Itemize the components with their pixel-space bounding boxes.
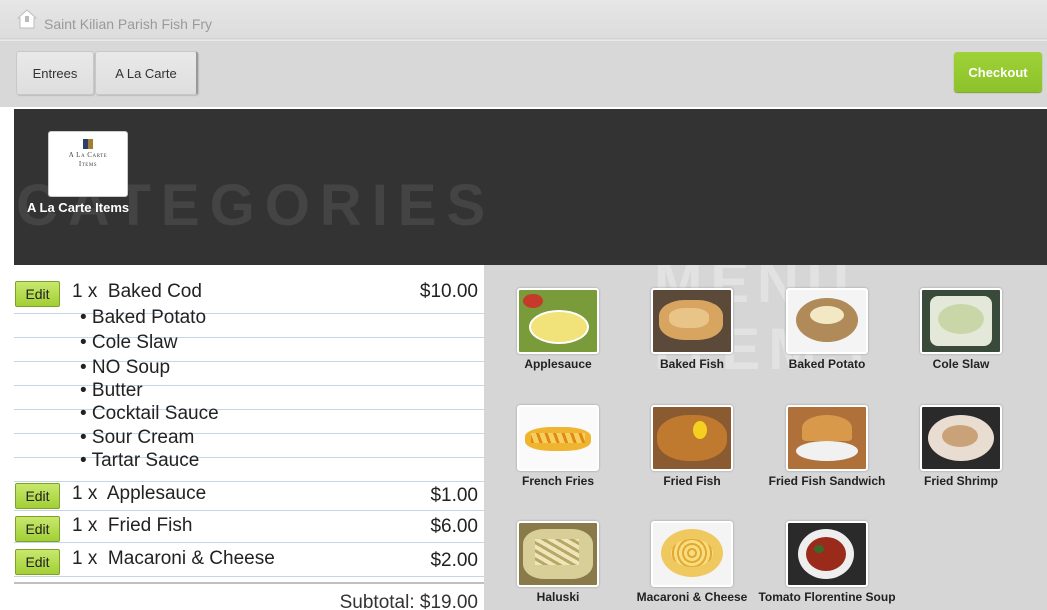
subtotal-divider xyxy=(14,582,484,584)
order-line-price: $2.00 xyxy=(430,550,478,571)
title-bar: Saint Kilian Parish Fish Fry xyxy=(0,0,1047,41)
edit-button[interactable]: Edit xyxy=(15,516,60,542)
tab-a-la-carte[interactable]: A La Carte xyxy=(95,51,198,95)
menu-item-haluski[interactable]: Haluski xyxy=(488,521,628,604)
modifier-text: • Butter xyxy=(80,380,143,401)
menu-item-label: Cole Slaw xyxy=(932,357,990,371)
menu-item-label: French Fries xyxy=(521,474,595,488)
order-line-name: Baked Cod xyxy=(107,281,202,302)
edit-button[interactable]: Edit xyxy=(15,549,60,575)
edit-button[interactable]: Edit xyxy=(15,483,60,509)
modifier-row: • Tartar Sauce xyxy=(14,450,484,482)
menu-item-label: Fried Fish xyxy=(663,474,721,488)
subtotal: Subtotal: $19.00 xyxy=(339,592,478,610)
order-list: Edit 1 x Baked Cod $10.00 • Baked Potato… xyxy=(14,265,484,610)
order-line-price: $1.00 xyxy=(430,485,478,506)
order-line-name: Applesauce xyxy=(106,483,207,504)
modifier-text: • Baked Potato xyxy=(80,307,207,328)
french-fries-image xyxy=(517,405,599,471)
order-line-name: Fried Fish xyxy=(107,515,193,536)
macaroni-cheese-image xyxy=(651,521,733,587)
menu-item-macaroni-cheese[interactable]: Macaroni & Cheese xyxy=(622,521,762,604)
order-line-applesauce: Edit 1 x Applesauce $1.00 xyxy=(14,481,484,511)
order-line-qty-name: 1 x Fried Fish xyxy=(72,515,192,537)
menu-item-tomato-florentine-soup[interactable]: Tomato Florentine Soup xyxy=(757,521,897,604)
order-line-price: $6.00 xyxy=(430,516,478,537)
order-line-price: $10.00 xyxy=(419,281,478,302)
menu-item-baked-potato[interactable]: Baked Potato xyxy=(757,288,897,371)
modifier-text: • Sour Cream xyxy=(80,427,195,448)
category-tile-a-la-carte-items[interactable]: A La Carte Items xyxy=(48,131,128,197)
order-line-macaroni-cheese: Edit 1 x Macaroni & Cheese $2.00 xyxy=(14,542,484,577)
fried-fish-image xyxy=(651,405,733,471)
menu-item-fried-fish[interactable]: Fried Fish xyxy=(622,405,762,488)
order-line-qty: 1 x xyxy=(72,548,98,569)
fried-fish-sandwich-image xyxy=(786,405,868,471)
modifier-text: • NO Soup xyxy=(80,357,171,378)
menu-item-fried-fish-sandwich[interactable]: Fried Fish Sandwich xyxy=(757,405,897,488)
order-line-qty-name: 1 x Macaroni & Cheese xyxy=(72,548,275,570)
menu-item-label: Baked Potato xyxy=(788,357,866,371)
menu-item-label: Tomato Florentine Soup xyxy=(758,590,896,604)
category-label[interactable]: A La Carte Items xyxy=(27,200,129,215)
order-line-fried-fish: Edit 1 x Fried Fish $6.00 xyxy=(14,510,484,543)
order-line-qty-name: 1 x Applesauce xyxy=(72,483,206,505)
categories-panel: CATEGORIES A La Carte Items A La Carte I… xyxy=(14,109,1047,265)
menu-item-label: Fried Shrimp xyxy=(923,474,998,488)
fried-shrimp-image xyxy=(920,405,1002,471)
order-line-name: Macaroni & Cheese xyxy=(107,548,275,569)
home-icon[interactable] xyxy=(16,9,38,29)
tab-entrees[interactable]: Entrees xyxy=(16,51,94,95)
tab-bar: Entrees A La Carte Checkout xyxy=(0,41,1047,107)
order-line-qty-name: 1 x Baked Cod xyxy=(72,281,202,303)
category-tile-text: Items xyxy=(78,160,98,168)
cole-slaw-image xyxy=(920,288,1002,354)
menu-item-label: Macaroni & Cheese xyxy=(636,590,748,604)
baked-potato-image xyxy=(786,288,868,354)
category-tile-text: A La Carte xyxy=(68,151,108,159)
menu-item-label: Fried Fish Sandwich xyxy=(768,474,886,488)
app-title: Saint Kilian Parish Fish Fry xyxy=(44,16,213,32)
order-line-qty: 1 x xyxy=(72,515,98,536)
menu-item-fried-shrimp[interactable]: Fried Shrimp xyxy=(891,405,1031,488)
menu-item-cole-slaw[interactable]: Cole Slaw xyxy=(891,288,1031,371)
haluski-image xyxy=(517,521,599,587)
modifier-text: • Cole Slaw xyxy=(80,332,178,353)
crest-icon xyxy=(83,139,93,149)
menu-item-applesauce[interactable]: Applesauce xyxy=(488,288,628,371)
menu-item-label: Baked Fish xyxy=(659,357,725,371)
menu-item-baked-fish[interactable]: Baked Fish xyxy=(622,288,762,371)
menu-item-label: Haluski xyxy=(536,590,580,604)
menu-item-french-fries[interactable]: French Fries xyxy=(488,405,628,488)
menu-item-label: Applesauce xyxy=(524,357,592,371)
baked-fish-image xyxy=(651,288,733,354)
modifier-text: • Tartar Sauce xyxy=(80,450,200,471)
menu-items-panel: MENU ITEMS Applesauce Baked Fish Baked P… xyxy=(484,265,1047,610)
modifier-text: • Cocktail Sauce xyxy=(80,403,219,424)
applesauce-image xyxy=(517,288,599,354)
order-line-qty: 1 x xyxy=(72,281,98,302)
checkout-button[interactable]: Checkout xyxy=(954,52,1042,92)
edit-button[interactable]: Edit xyxy=(15,281,60,307)
order-line-qty: 1 x xyxy=(72,483,98,504)
tomato-florentine-soup-image xyxy=(786,521,868,587)
